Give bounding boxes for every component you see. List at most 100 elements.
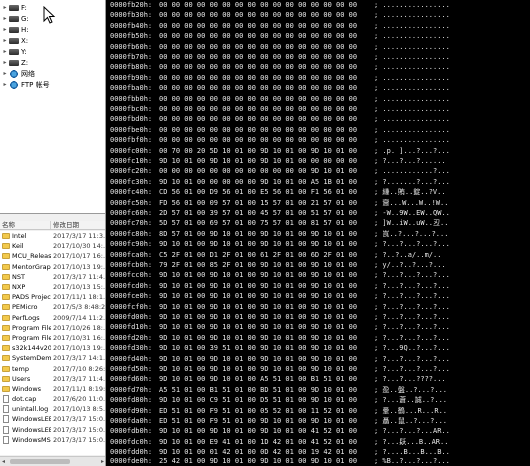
hex-ascii[interactable]: ; ?...?...?...?... <box>374 354 450 364</box>
hex-row[interactable]: 0000fc60h: 2D 57 01 00 39 57 01 00 45 57 … <box>110 208 450 218</box>
hex-ascii[interactable]: ; ................ <box>374 42 450 52</box>
hex-row[interactable]: 0000fcc0h: 9D 10 01 00 9D 10 01 00 9D 10 … <box>110 270 450 280</box>
hex-ascii[interactable]: ; ?...?...?...AR.. <box>374 426 450 436</box>
hex-bytes[interactable]: 9D 10 01 00 9D 10 01 00 9D 10 01 00 9D 1… <box>159 354 374 364</box>
hex-row[interactable]: 0000fc70h: 5D 57 01 00 69 57 01 00 75 57 … <box>110 218 448 228</box>
hex-bytes[interactable]: 00 00 00 00 00 00 00 00 00 00 00 00 00 0… <box>159 0 374 10</box>
hex-ascii[interactable]: ; 縑..賄..錠..?V.. <box>374 187 446 197</box>
hex-row[interactable]: 0000fbc0h: 00 00 00 00 00 00 00 00 00 00 … <box>110 104 450 114</box>
hex-bytes[interactable]: 9D 10 01 00 9D 10 01 00 9D 10 01 00 9D 1… <box>159 364 374 374</box>
hex-ascii[interactable]: ; ?...?...?...?... <box>374 364 450 374</box>
hex-bytes[interactable]: 5D 57 01 00 69 57 01 00 75 57 01 00 81 5… <box>159 218 374 228</box>
expand-icon[interactable]: ▸ <box>2 15 8 22</box>
hex-bytes[interactable]: 00 00 00 00 00 00 00 00 00 00 00 00 00 0… <box>159 135 374 145</box>
hex-row[interactable]: 0000fdb0h: 9D 10 01 00 9D 10 01 00 9D 10 … <box>110 426 450 436</box>
hex-row[interactable]: 0000fb60h: 00 00 00 00 00 00 00 00 00 00 … <box>110 42 450 52</box>
hex-bytes[interactable]: 9D 10 01 00 9D 10 01 00 9D 10 01 00 9D 1… <box>159 291 374 301</box>
hex-row[interactable]: 0000fb50h: 00 00 00 00 00 00 00 00 00 00 … <box>110 31 450 41</box>
hex-row[interactable]: 0000fc20h: 00 00 00 00 00 00 00 00 00 00 … <box>110 166 450 176</box>
hex-ascii[interactable]: ; ................ <box>374 62 450 72</box>
hex-bytes[interactable]: 00 00 00 00 00 00 00 00 00 00 00 00 00 0… <box>159 94 374 104</box>
list-item[interactable]: Program Files2017/10/26 18:... <box>0 323 105 333</box>
hex-bytes[interactable]: 9D 10 01 00 9D 10 01 00 9D 10 01 00 9D 1… <box>159 322 374 332</box>
hex-ascii[interactable]: ; ................ <box>374 52 450 62</box>
hex-row[interactable]: 0000fb40h: 00 00 00 00 00 00 00 00 00 00 … <box>110 21 450 31</box>
hex-row[interactable]: 0000fd80h: 9D 10 01 00 C9 51 01 00 D5 51 … <box>110 395 447 405</box>
hex-bytes[interactable]: 8D 57 01 00 9D 10 01 00 9D 10 01 00 9D 1… <box>159 229 374 239</box>
hex-row[interactable]: 0000fca0h: C5 2F 01 00 D1 2F 01 00 61 2F … <box>110 250 441 260</box>
tree-item-h-drive[interactable]: ▸ H: <box>2 24 28 35</box>
column-header-name[interactable]: 名称 <box>0 221 51 229</box>
tree-item-g-drive[interactable]: ▸ G: <box>2 13 28 24</box>
list-item[interactable]: NST 2017/3/17 11:4... <box>0 272 105 282</box>
hex-bytes[interactable]: 9D 10 01 00 00 00 00 00 9D 10 01 00 A5 1… <box>159 177 374 187</box>
tree-item-y-drive[interactable]: ▸ Y: <box>2 46 26 57</box>
hex-bytes[interactable]: 00 00 00 00 00 00 00 00 00 00 00 00 9D 1… <box>159 166 374 176</box>
hex-ascii[interactable]: ; ?.......?...?... <box>374 177 450 187</box>
hex-bytes[interactable]: 9D 10 01 00 9D 10 01 00 9D 10 01 00 9D 1… <box>159 312 374 322</box>
hex-row[interactable]: 0000fce0h: 9D 10 01 00 9D 10 01 00 9D 10 … <box>110 291 450 301</box>
hex-row[interactable]: 0000fd10h: 9D 10 01 00 9D 10 01 00 9D 10 … <box>110 322 450 332</box>
hex-row[interactable]: 0000fbf0h: 00 00 00 00 00 00 00 00 00 00 … <box>110 135 450 145</box>
hex-bytes[interactable]: 00 00 00 00 00 00 00 00 00 00 00 00 00 0… <box>159 31 374 41</box>
hex-row[interactable]: 0000fb80h: 00 00 00 00 00 00 00 00 00 00 … <box>110 62 450 72</box>
hex-row[interactable]: 0000fd60h: 9D 10 01 00 9D 10 01 00 A5 51 … <box>110 374 446 384</box>
hex-ascii[interactable]: ; ?..?..a/..m/.. <box>374 250 441 260</box>
hex-row[interactable]: 0000fc90h: 9D 10 01 00 9D 10 01 00 9D 10 … <box>110 239 450 249</box>
hex-ascii[interactable]: ; %B..?...?...?... <box>374 456 450 466</box>
hex-row[interactable]: 0000fda0h: ED 51 01 00 F9 51 01 00 9D 10 … <box>110 416 447 426</box>
hex-ascii[interactable]: ; -W..9W..EW..QW.. <box>374 208 450 218</box>
hex-row[interactable]: 0000fc40h: CD 56 01 00 D9 56 01 00 E5 56 … <box>110 187 446 197</box>
hex-row[interactable]: 0000fc80h: 8D 57 01 00 9D 10 01 00 9D 10 … <box>110 229 448 239</box>
hex-row[interactable]: 0000fd50h: 9D 10 01 00 9D 10 01 00 9D 10 … <box>110 364 450 374</box>
hex-ascii[interactable]: ; ?...镺...B..AR.. <box>374 437 448 447</box>
list-item[interactable]: Users 2017/3/17 11:4... <box>0 374 105 384</box>
hex-bytes[interactable]: 00 00 00 00 00 00 00 00 00 00 00 00 00 0… <box>159 83 374 93</box>
scrollbar-thumb[interactable] <box>10 459 70 464</box>
hex-row[interactable]: 0000fcb0h: 79 2F 01 00 85 2F 01 00 9D 10 … <box>110 260 446 270</box>
hex-ascii[interactable]: ; ................ <box>374 114 450 124</box>
list-item[interactable]: unintall.log 2017/10/13 8:5... <box>0 404 105 414</box>
hex-row[interactable]: 0000fb30h: 00 00 00 00 00 00 00 00 00 00 … <box>110 10 450 20</box>
hex-ascii[interactable]: ; ............?... <box>374 166 450 176</box>
hex-row[interactable]: 0000fba0h: 00 00 00 00 00 00 00 00 00 00 … <box>110 83 450 93</box>
hex-row[interactable]: 0000fbb0h: 00 00 00 00 00 00 00 00 00 00 … <box>110 94 450 104</box>
hex-ascii[interactable]: ; ?...?...?...... <box>374 156 446 166</box>
hex-row[interactable]: 0000fde0h: 25 42 01 00 9D 10 01 00 9D 10 … <box>110 456 450 466</box>
hex-row[interactable]: 0000fbe0h: 00 00 00 00 00 00 00 00 00 00 … <box>110 125 450 135</box>
hex-bytes[interactable]: 9D 10 01 00 9D 10 01 00 9D 10 01 00 9D 1… <box>159 333 374 343</box>
expand-icon[interactable]: ▸ <box>2 4 8 11</box>
hex-row[interactable]: 0000fcf0h: 9D 10 01 00 9D 10 01 00 9D 10 … <box>110 302 450 312</box>
hex-bytes[interactable]: 9D 10 01 00 9D 10 01 00 9D 10 01 00 9D 1… <box>159 270 374 280</box>
hex-ascii[interactable]: ; y/..?..?...?... <box>374 260 446 270</box>
hex-bytes[interactable]: 9D 10 01 00 9D 10 01 00 9D 10 01 00 41 5… <box>159 426 374 436</box>
expand-icon[interactable]: ▸ <box>2 48 8 55</box>
hex-ascii[interactable]: ; ?...?...?...?... <box>374 281 450 291</box>
hex-bytes[interactable]: 9D 10 01 00 9D 10 01 00 9D 10 01 00 9D 1… <box>159 302 374 312</box>
list-item[interactable]: MCU_Releas...2017/10/17 16:... <box>0 251 105 261</box>
hex-ascii[interactable]: ; 齎...W...W..!W.. <box>374 198 448 208</box>
hex-bytes[interactable]: 9D 10 01 00 9D 10 01 00 9D 10 01 00 9D 1… <box>159 281 374 291</box>
hex-row[interactable]: 0000fc30h: 9D 10 01 00 00 00 00 00 9D 10 … <box>110 177 450 187</box>
hex-row[interactable]: 0000fd00h: 9D 10 01 00 9D 10 01 00 9D 10 … <box>110 312 450 322</box>
horizontal-scrollbar[interactable]: ◂ ▸ <box>0 456 105 466</box>
hex-ascii[interactable]: ; ]W..iW..uW..丒.. <box>374 218 448 228</box>
hex-row[interactable]: 0000fb20h: 00 00 00 00 00 00 00 00 00 00 … <box>110 0 450 10</box>
hex-row[interactable]: 0000fc50h: FD 56 01 00 09 57 01 00 15 57 … <box>110 198 448 208</box>
hex-bytes[interactable]: ED 51 01 00 F9 51 01 00 05 52 01 00 11 5… <box>159 406 374 416</box>
hex-bytes[interactable]: FD 56 01 00 09 57 01 00 15 57 01 00 21 5… <box>159 198 374 208</box>
hex-bytes[interactable]: 00 00 00 00 00 00 00 00 00 00 00 00 00 0… <box>159 10 374 20</box>
expand-icon[interactable]: ▸ <box>2 81 8 88</box>
hex-bytes[interactable]: 9D 10 01 00 E9 41 01 00 1D 42 01 00 41 5… <box>159 437 374 447</box>
hex-ascii[interactable]: ; ?...?...????... <box>374 374 446 384</box>
list-item[interactable]: NXP 2017/10/13 15:... <box>0 282 105 292</box>
hex-ascii[interactable]: ; ?...9Q..?...?... <box>374 343 450 353</box>
expand-icon[interactable]: ▸ <box>2 37 8 44</box>
hex-ascii[interactable]: ; .p. ]...?...?... <box>374 146 450 156</box>
hex-ascii[interactable]: ; 聶..鼠..?...?... <box>374 416 447 426</box>
hex-bytes[interactable]: 00 00 00 00 00 00 00 00 00 00 00 00 00 0… <box>159 42 374 52</box>
list-item[interactable]: Program File...2017/10/31 16:... <box>0 333 105 343</box>
hex-bytes[interactable]: 00 70 00 20 5D 10 01 00 9D 10 01 00 9D 1… <box>159 146 374 156</box>
expand-icon[interactable]: ▸ <box>2 70 8 77</box>
hex-bytes[interactable]: 9D 10 01 00 9D 10 01 00 9D 10 01 00 00 0… <box>159 156 374 166</box>
